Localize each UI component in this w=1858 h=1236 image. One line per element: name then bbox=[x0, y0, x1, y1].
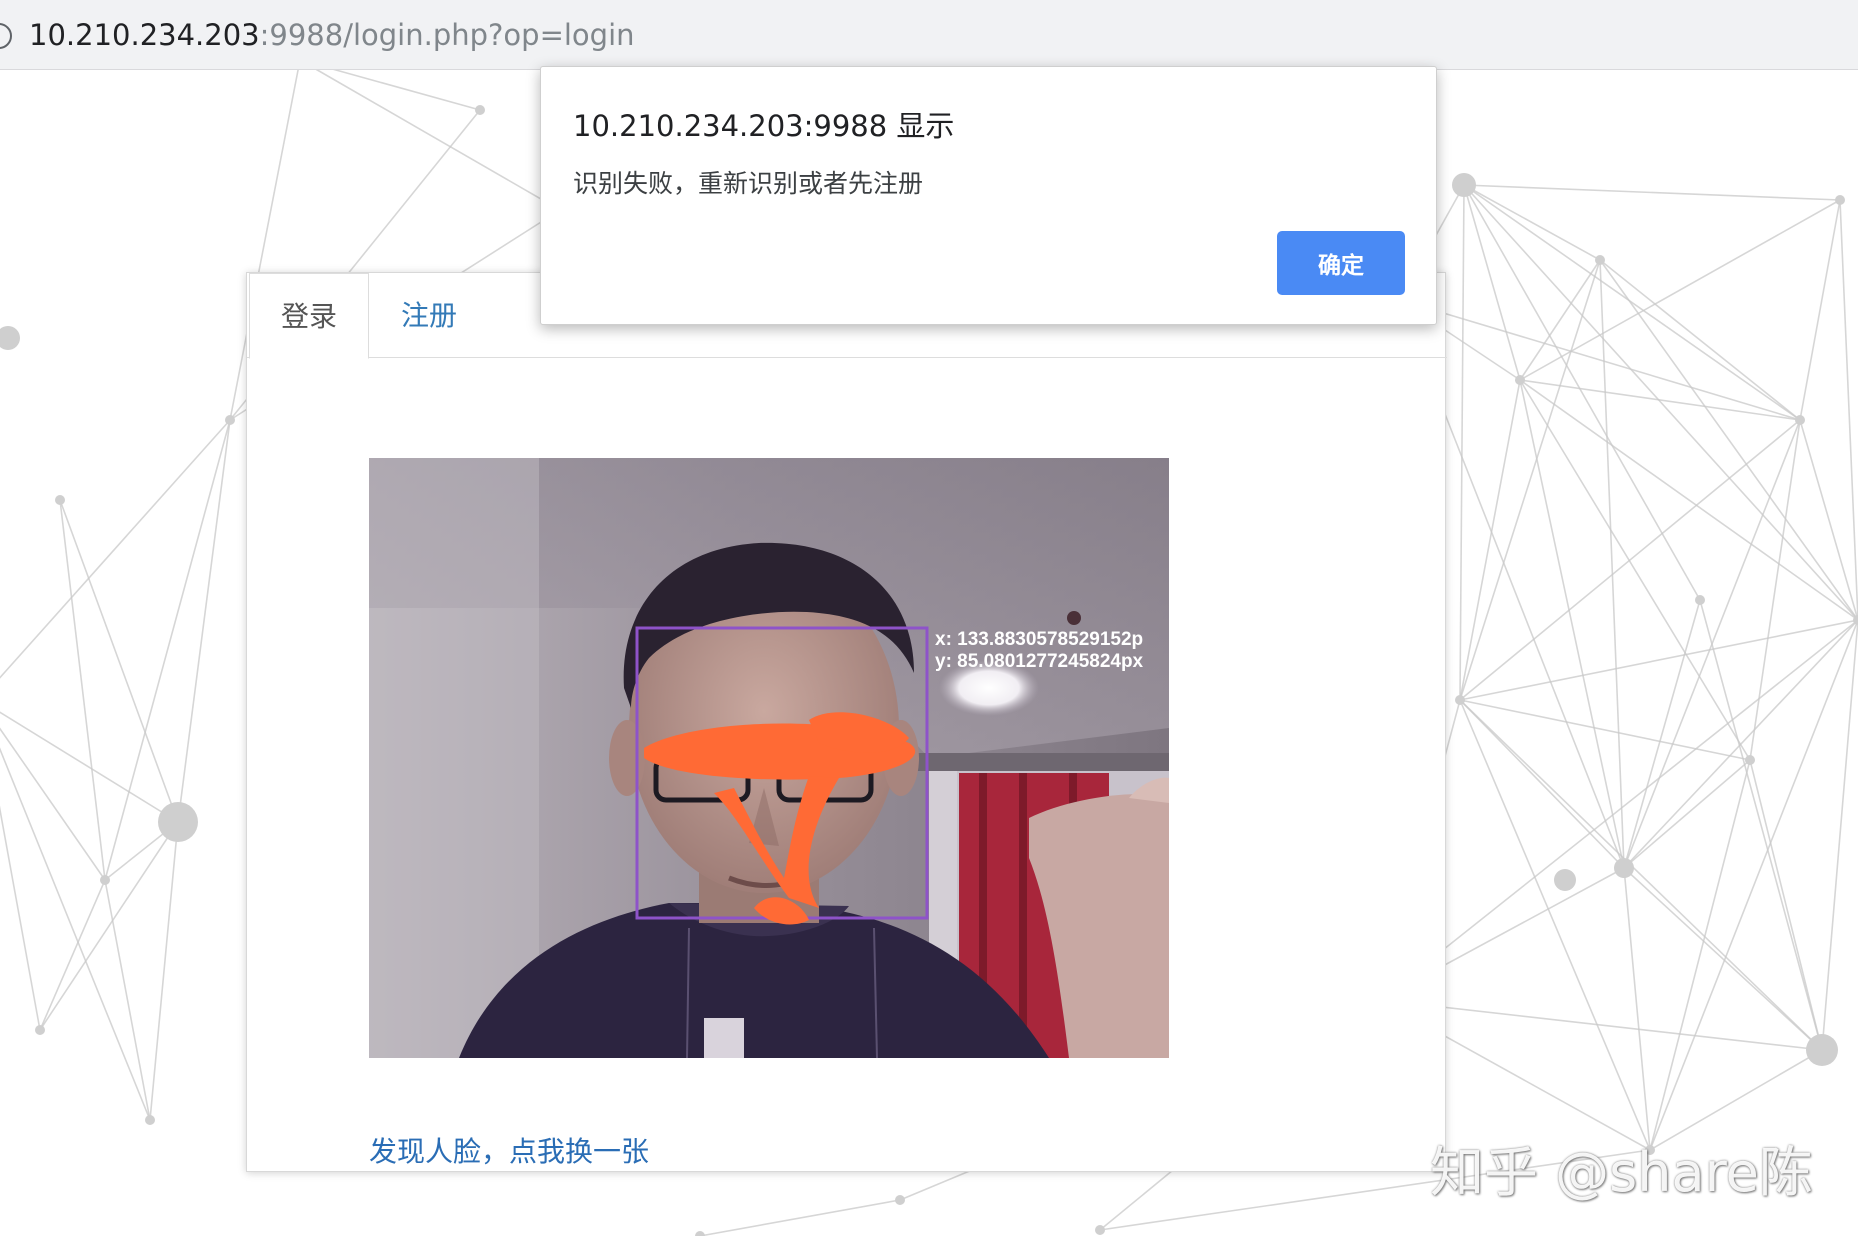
alert-ok-button[interactable]: 确定 bbox=[1277, 231, 1405, 295]
watermark: 知乎 @share陈 bbox=[1430, 1128, 1813, 1207]
camera-capture-image: x: 133.8830578529152p y: 85.080127724582… bbox=[369, 458, 1169, 1058]
tab-login[interactable]: 登录 bbox=[249, 273, 369, 359]
tab-register[interactable]: 注册 bbox=[369, 273, 489, 358]
browser-address-bar[interactable]: 10.210.234.203:9988/login.php?op=login bbox=[0, 0, 1858, 70]
face-x-coordinate: x: 133.8830578529152p bbox=[935, 629, 1143, 651]
url-field[interactable]: 10.210.234.203:9988/login.php?op=login bbox=[29, 18, 635, 52]
alert-message: 识别失败，重新识别或者先注册 bbox=[573, 164, 923, 200]
login-panel: 登录 注册 bbox=[246, 272, 1446, 1172]
url-path: :9988/login.php?op=login bbox=[260, 18, 635, 52]
alert-dialog: 10.210.234.203:9988 显示 识别失败，重新识别或者先注册 确定 bbox=[540, 66, 1437, 325]
face-y-coordinate: y: 85.0801277245824px bbox=[935, 651, 1143, 673]
url-host: 10.210.234.203 bbox=[29, 18, 260, 52]
alert-title: 10.210.234.203:9988 显示 bbox=[573, 103, 954, 145]
info-icon[interactable] bbox=[0, 23, 12, 49]
camera-scene bbox=[369, 458, 1169, 1058]
retake-photo-link[interactable]: 发现人脸，点我换一张 bbox=[369, 1130, 649, 1170]
